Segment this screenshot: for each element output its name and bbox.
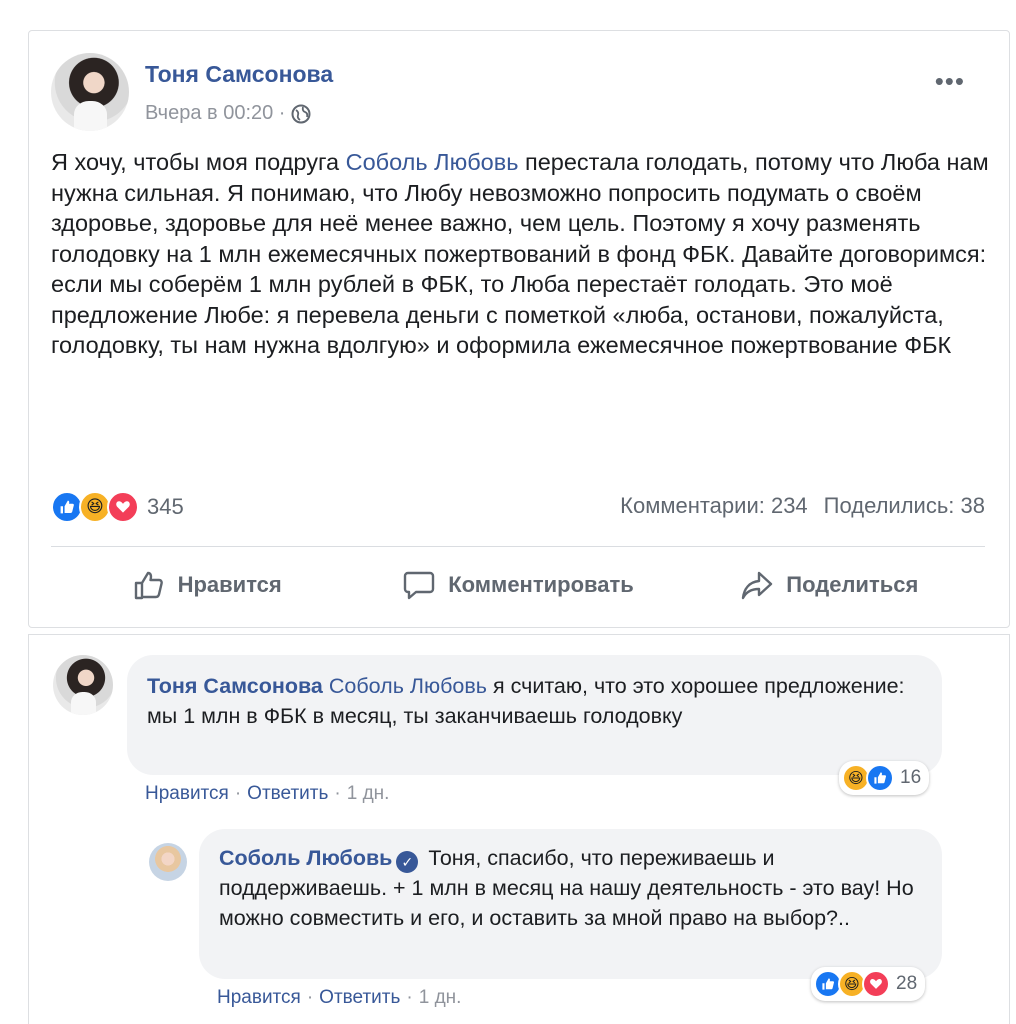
author-name[interactable]: Тоня Самсонова [145,61,333,88]
comment-reply-link[interactable]: Ответить [247,783,328,805]
reply-time[interactable]: 1 дн. [419,987,462,1009]
share-icon [742,571,773,600]
more-icon[interactable]: ••• [935,68,965,94]
comment-mention-link[interactable]: Соболь Любовь [329,674,487,698]
reply-reactions[interactable]: 😆 28 [811,967,926,1001]
separator: · [234,783,242,804]
reply-reply-link[interactable]: Ответить [319,987,400,1009]
post-meta: Вчера в 00:20 · [145,102,311,125]
separator: · [406,987,413,1008]
post-stats: 😆 345 Комментарии: 234 Поделились: 38 [51,491,985,527]
comment-bubble: Тоня Самсонова Соболь Любовь я считаю, ч… [127,655,942,775]
comment-time[interactable]: 1 дн. [347,783,390,805]
verified-icon: ✓ [396,851,419,873]
reply-bubble: Соболь Любовь ✓ Тоня, спасибо, что пережи… [199,829,942,979]
globe-icon[interactable] [291,104,311,124]
shares-count[interactable]: Поделились: 38 [824,493,985,519]
comment-actions: Нравится · Ответить · 1 дн. [145,783,389,805]
comment-author[interactable]: Тоня Самсонова [147,674,323,698]
reactions-summary[interactable]: 😆 345 [51,491,184,523]
comment-button[interactable]: Комментировать [362,561,673,609]
like-reaction-icon [866,764,894,792]
reply-actions: Нравится · Ответить · 1 дн. [217,987,461,1009]
love-reaction-icon [107,491,139,523]
comment-label: Комментировать [448,572,634,597]
reply-avatar[interactable] [149,843,187,881]
comment-like-link[interactable]: Нравится [145,783,229,805]
love-reaction-icon [862,970,890,998]
comment-reactions[interactable]: 😆 16 [839,761,930,795]
share-label: Поделиться [786,572,919,597]
like-label: Нравится [177,572,282,597]
post-text-part: перестала голодать, потому что Люба нам … [51,149,989,358]
post-text-part: Я хочу, чтобы моя подруга [51,149,346,175]
post-time[interactable]: Вчера в 00:20 · [145,102,285,125]
reply-reaction-count: 28 [896,973,918,994]
divider [51,546,985,547]
thumbs-up-icon [134,571,163,600]
comment-reaction-count: 16 [900,767,922,788]
separator: · [306,987,314,1008]
comment-avatar[interactable] [53,655,113,715]
like-button[interactable]: Нравится [51,561,362,609]
share-button[interactable]: Поделиться [674,561,985,609]
post-mention-link[interactable]: Соболь Любовь [346,149,519,175]
post-actions: Нравится Комментировать Поделиться [51,561,985,609]
reply-author[interactable]: Соболь Любовь [219,846,392,870]
stats-right: Комментарии: 234 Поделились: 38 [620,493,985,519]
reaction-count: 345 [147,494,184,519]
post-text: Я хочу, чтобы моя подруга Соболь Любовь … [51,147,991,361]
separator: · [334,783,341,804]
comment-icon [403,571,435,600]
comments-count[interactable]: Комментарии: 234 [620,493,808,519]
comments-panel: Тоня Самсонова Соболь Любовь я считаю, ч… [28,634,1010,1024]
post-header: Тоня Самсонова Вчера в 00:20 · ••• [51,53,981,133]
author-avatar[interactable] [51,53,129,131]
reply-like-link[interactable]: Нравится [217,987,301,1009]
post-card: Тоня Самсонова Вчера в 00:20 · ••• Я хоч… [28,30,1010,628]
